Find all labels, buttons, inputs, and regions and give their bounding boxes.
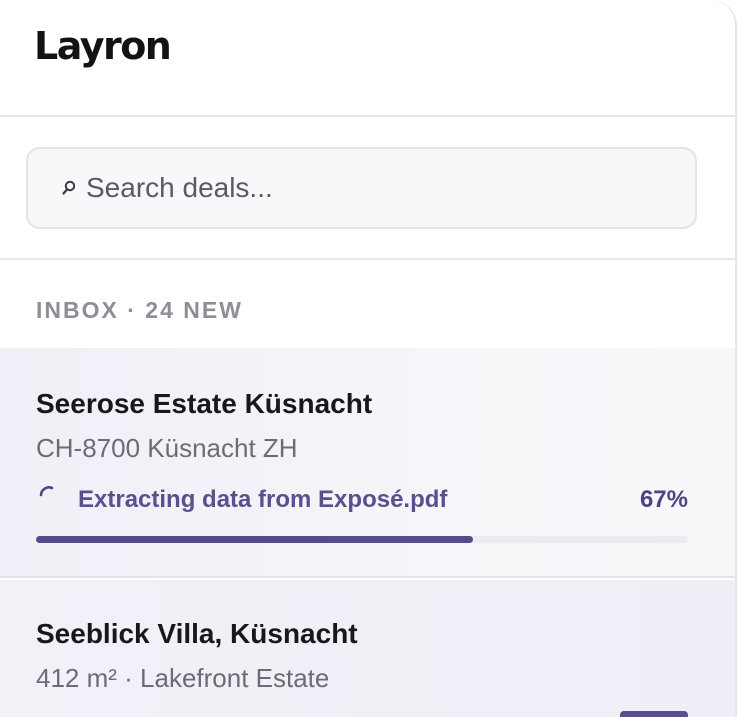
- search-input[interactable]: [86, 172, 646, 204]
- extraction-percentage: 67%: [639, 486, 688, 513]
- deal-title: Seeblick Villa, Küsnacht: [36, 618, 358, 649]
- search-box[interactable]: [26, 147, 697, 229]
- app-logo[interactable]: Layron: [34, 24, 172, 68]
- deal-title: Seerose Estate Küsnacht: [36, 388, 373, 419]
- extraction-status: Extracting data from Exposé.pdf 67%: [36, 483, 688, 517]
- loading-spinner-icon: [39, 486, 54, 497]
- extraction-status-text: Extracting data from Exposé.pdf: [78, 486, 448, 513]
- deal-details: 412 m² · Lakefront Estate: [36, 663, 330, 693]
- deals-sidebar: Layron INBOX · 24 NEW Seerose Estate Küs…: [0, 0, 737, 717]
- search-icon: [62, 180, 76, 195]
- extraction-progress-bar: [36, 536, 688, 543]
- extraction-progress-fill: [36, 536, 473, 543]
- search-section: [0, 117, 735, 260]
- deal-list-item[interactable]: Seeblick Villa, Küsnacht 412 m² · Lakefr…: [0, 580, 735, 717]
- deal-list-item[interactable]: Seerose Estate Küsnacht CH-8700 Küsnacht…: [0, 348, 735, 578]
- deal-location: CH-8700 Küsnacht ZH: [36, 433, 298, 463]
- inbox-section-label: INBOX · 24 NEW: [36, 297, 243, 323]
- deal-status-badge: [620, 711, 688, 717]
- sidebar-header: Layron: [0, 0, 735, 117]
